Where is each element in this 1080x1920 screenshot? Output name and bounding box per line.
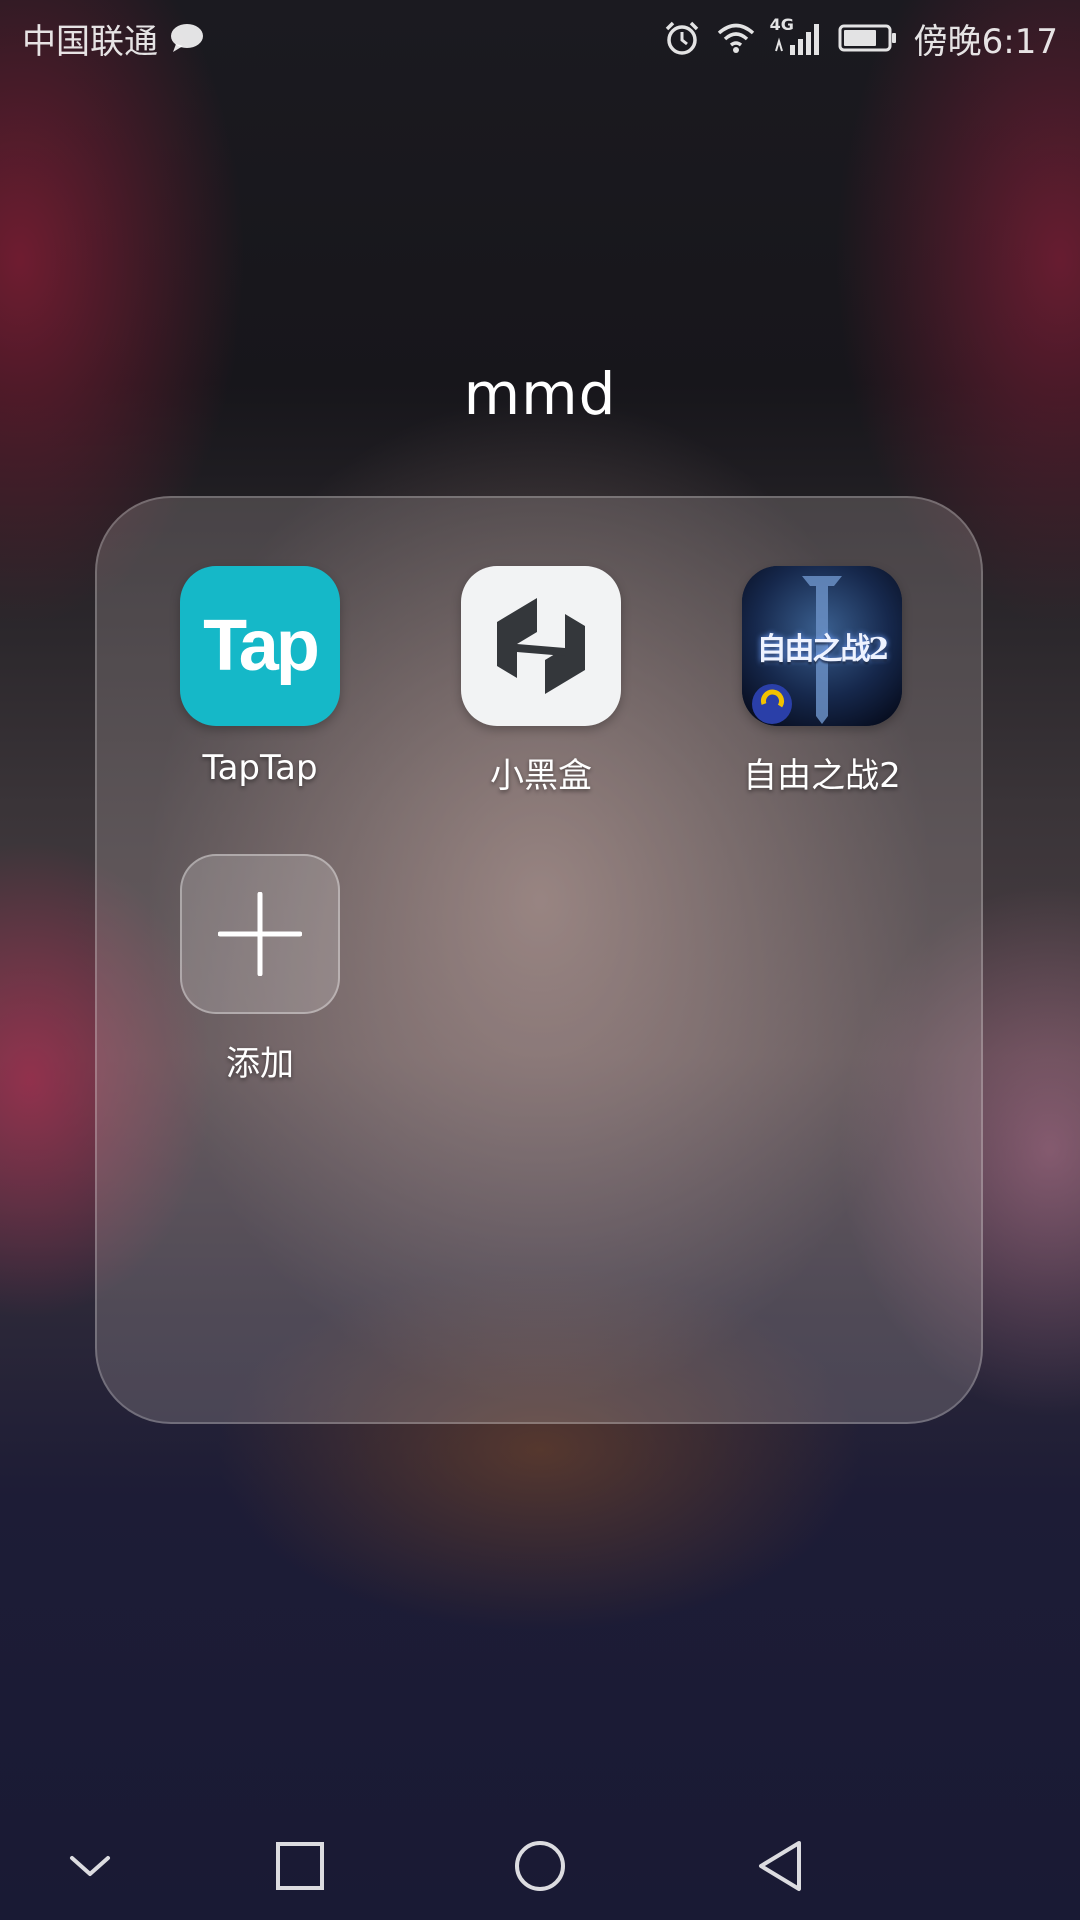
taptap-logo-text: Tap bbox=[203, 606, 320, 686]
network-type-label: 4G bbox=[769, 15, 794, 34]
app-label-taptap: TapTap bbox=[202, 748, 318, 788]
nav-back-button[interactable] bbox=[748, 1834, 812, 1898]
nav-hide-button[interactable] bbox=[58, 1834, 122, 1898]
app-label-heybox: 小黑盒 bbox=[490, 756, 592, 796]
navigation-bar bbox=[0, 1812, 1080, 1920]
app-taptap[interactable]: Tap TapTap bbox=[135, 566, 385, 788]
game-logo-text: 自由之战2 bbox=[756, 632, 890, 667]
taptap-app-icon[interactable]: Tap bbox=[180, 566, 340, 726]
add-app-tile[interactable] bbox=[180, 854, 340, 1014]
app-heybox[interactable]: 小黑盒 bbox=[416, 566, 666, 797]
folder-panel: Tap TapTap 小黑盒 自由之战2 自由之战2 添加 bbox=[95, 496, 983, 1424]
app-freedom-war-2[interactable]: 自由之战2 自由之战2 bbox=[697, 566, 947, 797]
chat-bubble-icon bbox=[170, 23, 204, 53]
wifi-icon bbox=[716, 22, 756, 54]
signal-icon: 4G bbox=[770, 15, 822, 55]
home-circle-icon bbox=[515, 1841, 565, 1891]
chevron-down-icon bbox=[70, 1856, 110, 1876]
nav-home-button[interactable] bbox=[508, 1834, 572, 1898]
status-left: 中国联通 bbox=[22, 14, 204, 63]
game-app-icon[interactable]: 自由之战2 bbox=[742, 566, 902, 726]
heybox-app-icon[interactable] bbox=[461, 566, 621, 726]
add-label: 添加 bbox=[226, 1044, 294, 1084]
battery-icon bbox=[838, 23, 898, 53]
heybox-logo-icon bbox=[497, 598, 585, 694]
nav-recents-button[interactable] bbox=[268, 1834, 332, 1898]
recents-square-icon bbox=[276, 1842, 324, 1890]
folder-title[interactable]: mmd bbox=[0, 360, 1080, 428]
app-label-freedom-war-2: 自由之战2 bbox=[743, 756, 901, 796]
alarm-icon bbox=[664, 20, 700, 56]
status-right: 4G 傍晚6:17 bbox=[664, 14, 1058, 63]
plus-icon bbox=[218, 892, 302, 976]
back-triangle-icon bbox=[759, 1841, 801, 1891]
carrier-name: 中国联通 bbox=[22, 21, 158, 62]
add-app-button[interactable]: 添加 bbox=[135, 854, 385, 1085]
clock-time: 傍晚6:17 bbox=[913, 21, 1058, 62]
status-bar: 中国联通 4G 傍晚6:17 bbox=[0, 0, 1080, 76]
